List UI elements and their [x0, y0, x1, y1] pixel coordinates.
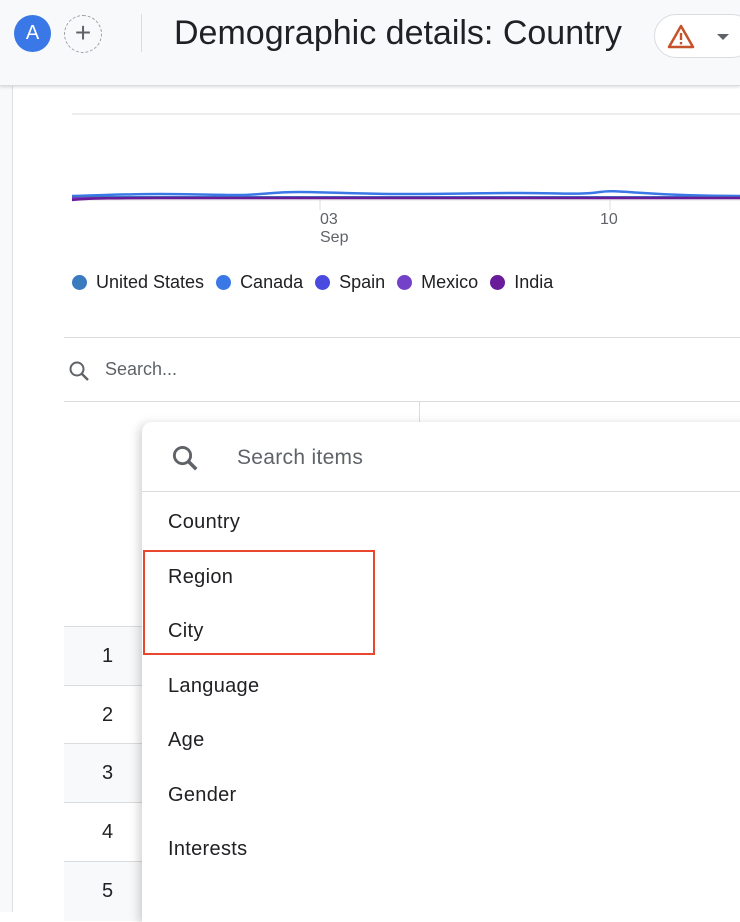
series-line-canada — [72, 191, 740, 196]
table-row: 5 — [64, 861, 144, 921]
table-search-input[interactable]: Search... — [64, 338, 740, 402]
legend-item[interactable]: India — [490, 272, 553, 293]
chevron-down-icon — [717, 34, 729, 40]
table-row: 4 — [64, 802, 144, 861]
menu-item-gender[interactable]: Gender — [168, 784, 237, 807]
divider — [64, 401, 740, 402]
legend-item[interactable]: Canada — [216, 272, 303, 293]
legend-dot — [315, 275, 330, 290]
line-chart: 03Sep 10 — [0, 86, 740, 256]
warning-triangle-icon — [667, 24, 695, 49]
legend-item[interactable]: Mexico — [397, 272, 478, 293]
legend-dot — [72, 275, 87, 290]
search-icon — [170, 443, 200, 473]
header: A + Demographic details: Country — [0, 0, 740, 86]
legend-item[interactable]: United States — [72, 272, 204, 293]
menu-item-interests[interactable]: Interests — [168, 838, 247, 861]
warning-dropdown-button[interactable] — [654, 14, 740, 58]
avatar[interactable]: A — [14, 15, 51, 52]
search-items-input[interactable]: Search items — [142, 422, 740, 492]
add-comparison-button[interactable]: + — [64, 15, 102, 53]
legend-dot — [490, 275, 505, 290]
page-title: Demographic details: Country — [174, 14, 622, 53]
highlight-box — [143, 550, 375, 655]
menu-item-language[interactable]: Language — [168, 675, 259, 698]
x-tick-label: 10 — [600, 211, 618, 229]
legend-dot — [216, 275, 231, 290]
chart-legend: United States Canada Spain Mexico India — [72, 272, 565, 293]
plus-icon: + — [75, 17, 91, 48]
legend-item[interactable]: Spain — [315, 272, 385, 293]
search-icon — [67, 359, 91, 383]
table-row: 3 — [64, 743, 144, 802]
dimension-dropdown-menu: Search items Country Region City Languag… — [142, 422, 740, 922]
menu-item-country[interactable]: Country — [168, 511, 240, 534]
menu-item-age[interactable]: Age — [168, 729, 205, 752]
divider — [141, 14, 142, 52]
table-row: 2 — [64, 685, 144, 743]
legend-dot — [397, 275, 412, 290]
table-row: 1 — [64, 626, 144, 685]
x-tick-label: 03Sep — [320, 211, 348, 247]
